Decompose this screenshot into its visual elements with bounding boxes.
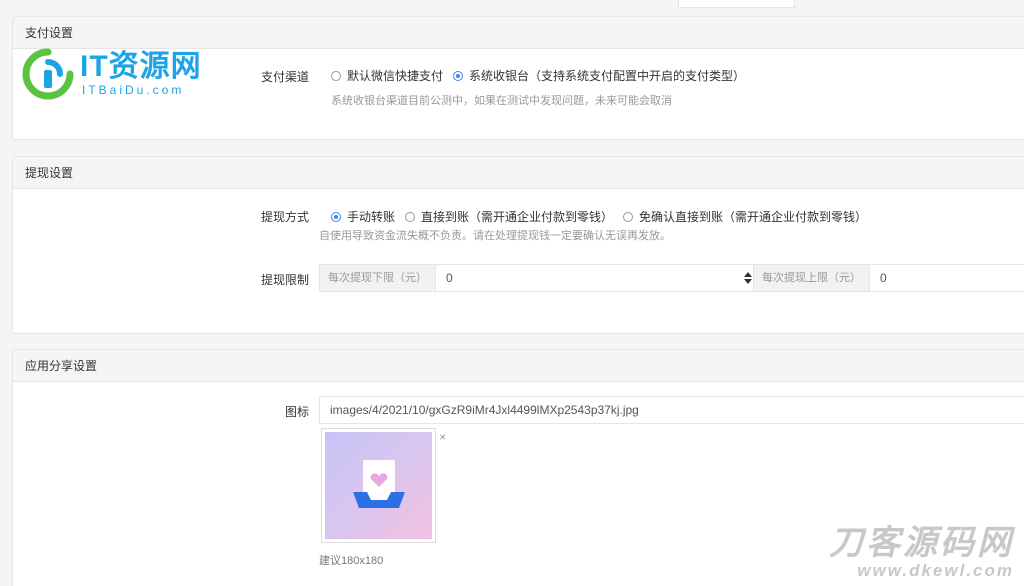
watermark: 刀客源码网 www.dkewl.com: [829, 524, 1014, 580]
payment-channel-label: 支付渠道: [260, 70, 309, 84]
withdraw-min-group: 每次提现下限（元） 0: [319, 264, 759, 292]
logo-subtitle: ITBaiDu.com: [82, 83, 185, 97]
withdraw-min-input[interactable]: 0: [436, 265, 758, 291]
share-icon-hint: 建议180x180: [319, 555, 384, 567]
payment-channel-radios: 默认微信快捷支付 系统收银台（支持系统支付配置中开启的支付类型）: [331, 67, 755, 84]
share-icon-label: 图标: [284, 405, 309, 419]
panel-heading: 应用分享设置: [13, 350, 1024, 382]
radio-dot: [405, 211, 416, 222]
image-placeholder-icon: [353, 460, 405, 508]
watermark-url: www.dkewl.com: [857, 561, 1014, 580]
radio-dot: [331, 70, 341, 81]
radio-direct-transfer[interactable]: 直接到账（需开通企业付款到零钱）: [405, 208, 613, 225]
withdraw-help-text: 自使用导致资金流失概不负责。请在处理提现钱一定要确认无误再发放。: [319, 230, 671, 242]
radio-auto-direct-transfer[interactable]: 免确认直接到账（需开通企业付款到零钱）: [623, 208, 867, 225]
panel-heading: 支付设置: [13, 17, 1024, 49]
withdraw-settings-panel: 提现设置 提现方式 手动转账 直接到账（需开通企业付款到零钱） 免确认直接到账（…: [12, 156, 1024, 334]
withdraw-max-group: 每次提现上限（元） 0: [753, 264, 1024, 292]
share-icon-path-input[interactable]: images/4/2021/10/gxGzR9iMr4Jxl4499lMXp25…: [319, 396, 1024, 424]
remove-image-icon[interactable]: ×: [439, 430, 446, 444]
withdraw-min-addon: 每次提现下限（元）: [320, 265, 436, 291]
withdraw-max-addon: 每次提现上限（元）: [754, 265, 870, 291]
watermark-title: 刀客源码网: [829, 524, 1014, 562]
payment-help-text: 系统收银台渠道目前公测中，如果在测试中发现问题，未来可能会取消: [331, 95, 672, 107]
site-logo: IT资源网 ITBaiDu.com: [22, 48, 202, 100]
share-icon-preview: [321, 428, 436, 543]
top-tab[interactable]: [678, 0, 795, 8]
radio-system-cashier[interactable]: 系统收银台（支持系统支付配置中开启的支付类型）: [453, 67, 745, 84]
radio-dot: [623, 211, 634, 222]
logo-title: IT资源网: [80, 50, 202, 83]
withdraw-max-input[interactable]: 0: [870, 265, 1024, 291]
radio-wechat-pay[interactable]: 默认微信快捷支付: [331, 67, 443, 84]
panel-heading: 提现设置: [13, 157, 1024, 189]
radio-dot: [331, 211, 341, 222]
radio-manual-transfer[interactable]: 手动转账: [331, 208, 395, 225]
number-spinner-icon[interactable]: [744, 272, 752, 284]
logo-mark-icon: [22, 48, 74, 100]
radio-dot: [453, 70, 464, 81]
withdraw-method-radios: 手动转账 直接到账（需开通企业付款到零钱） 免确认直接到账（需开通企业付款到零钱…: [331, 208, 877, 225]
withdraw-limit-label: 提现限制: [260, 273, 309, 287]
withdraw-method-label: 提现方式: [260, 210, 309, 224]
